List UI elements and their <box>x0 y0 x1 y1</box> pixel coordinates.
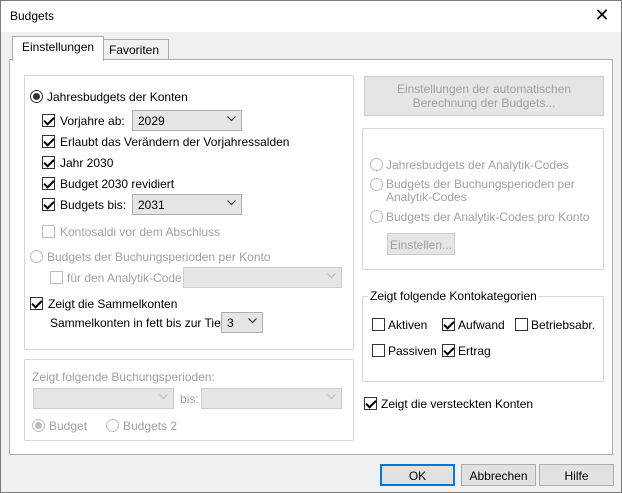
budget-2030-revised-checkbox[interactable] <box>42 177 55 190</box>
account-categories-group <box>362 296 604 382</box>
allow-change-label: Erlaubt das Verändern der Vorjahressalde… <box>60 135 290 149</box>
category-betriebsabr-label: Betriebsabr. <box>531 318 596 332</box>
analytic-code-label: für den Analytik-Code: <box>67 271 186 285</box>
periods-from-select[interactable] <box>33 388 174 409</box>
budgets2-radio[interactable] <box>106 419 119 432</box>
category-aufwand-label: Aufwand <box>458 318 505 332</box>
analytic-per-account-radio[interactable] <box>370 210 383 223</box>
year-2030-label: Jahr 2030 <box>60 156 114 170</box>
bold-depth-value: 3 <box>227 316 234 330</box>
chevron-down-icon <box>327 273 336 281</box>
prev-years-label: Vorjahre ab: <box>60 114 125 128</box>
kontosaldi-label: Kontosaldi vor dem Abschluss <box>60 225 221 239</box>
allow-change-checkbox[interactable] <box>42 135 55 148</box>
category-betriebsabr-checkbox[interactable] <box>515 318 528 331</box>
periods-group-legend: Zeigt folgende Buchungsperioden: <box>32 370 215 384</box>
budgets-until-checkbox[interactable] <box>42 198 55 211</box>
tab-einstellungen[interactable]: Einstellungen <box>12 36 105 61</box>
ok-button[interactable]: OK <box>380 464 455 486</box>
analytic-periods-label: Budgets der Buchungsperioden per Analyti… <box>386 177 575 204</box>
analytic-per-account-label: Budgets der Analytik-Codes pro Konto <box>386 210 590 224</box>
year-2030-checkbox[interactable] <box>42 156 55 169</box>
close-icon[interactable]: ✕ <box>589 4 615 28</box>
category-ertrag-checkbox[interactable] <box>442 344 455 357</box>
category-aufwand-checkbox[interactable] <box>442 318 455 331</box>
category-ertrag-label: Ertrag <box>458 344 491 358</box>
help-button[interactable]: Hilfe <box>539 464 614 486</box>
category-aktiven-checkbox[interactable] <box>372 318 385 331</box>
analytic-periods-radio[interactable] <box>370 178 383 191</box>
show-summary-accounts-checkbox[interactable] <box>30 297 43 310</box>
yearly-budgets-label: Jahresbudgets der Konten <box>47 90 188 104</box>
analytic-code-select[interactable] <box>183 267 342 288</box>
tab-favoriten[interactable]: Favoriten <box>99 39 170 61</box>
category-passiven-label: Passiven <box>388 344 437 358</box>
periods-per-account-label: Budgets der Buchungsperioden per Konto <box>47 250 271 264</box>
periods-to-select[interactable] <box>201 388 342 409</box>
budgets-until-label: Budgets bis: <box>60 198 127 212</box>
prev-years-checkbox[interactable] <box>42 114 55 127</box>
budget-2030-revised-label: Budget 2030 revidiert <box>60 177 175 191</box>
show-hidden-accounts-checkbox[interactable] <box>364 397 377 410</box>
title-bar: Budgets ✕ <box>1 1 621 32</box>
auto-calc-settings-button[interactable]: Einstellungen der automatischen Berechnu… <box>364 76 604 116</box>
budgets-until-value: 2031 <box>138 198 165 212</box>
budgets-until-select[interactable]: 2031 <box>132 194 242 215</box>
yearly-budgets-radio[interactable] <box>30 90 43 103</box>
analytic-code-checkbox[interactable] <box>50 271 63 284</box>
budgets2-radio-label: Budgets 2 <box>123 419 178 433</box>
category-passiven-checkbox[interactable] <box>372 344 385 357</box>
chevron-down-icon <box>159 394 168 402</box>
tab-panel-einstellungen: Jahresbudgets der Konten Vorjahre ab: 20… <box>9 59 613 455</box>
kontosaldi-checkbox[interactable] <box>42 225 55 238</box>
analytic-yearly-label: Jahresbudgets der Analytik-Codes <box>386 158 569 172</box>
bold-depth-select[interactable]: 3 <box>221 312 263 333</box>
account-categories-legend: Zeigt folgende Kontokategorien <box>368 289 539 303</box>
category-aktiven-label: Aktiven <box>388 318 428 332</box>
chevron-down-icon <box>227 116 236 124</box>
periods-to-label: bis: <box>180 392 199 406</box>
configure-button[interactable]: Einstellen... <box>387 233 455 255</box>
prev-years-select[interactable]: 2029 <box>132 110 242 131</box>
chevron-down-icon <box>248 318 257 326</box>
window-title: Budgets <box>10 9 55 23</box>
periods-per-account-radio[interactable] <box>30 250 43 263</box>
show-summary-accounts-label: Zeigt die Sammelkonten <box>48 297 178 311</box>
cancel-button[interactable]: Abbrechen <box>461 464 536 486</box>
prev-years-value: 2029 <box>138 114 165 128</box>
budgets-dialog: Budgets ✕ Einstellungen Favoriten Jahres… <box>0 0 622 493</box>
bold-depth-label: Sammelkonten in fett bis zur Tiefe: <box>50 316 235 330</box>
chevron-down-icon <box>227 200 236 208</box>
show-hidden-accounts-label: Zeigt die versteckten Konten <box>381 397 534 411</box>
analytic-yearly-radio[interactable] <box>370 158 383 171</box>
chevron-down-icon <box>327 394 336 402</box>
budget-radio[interactable] <box>32 419 45 432</box>
budget-radio-label: Budget <box>49 419 88 433</box>
